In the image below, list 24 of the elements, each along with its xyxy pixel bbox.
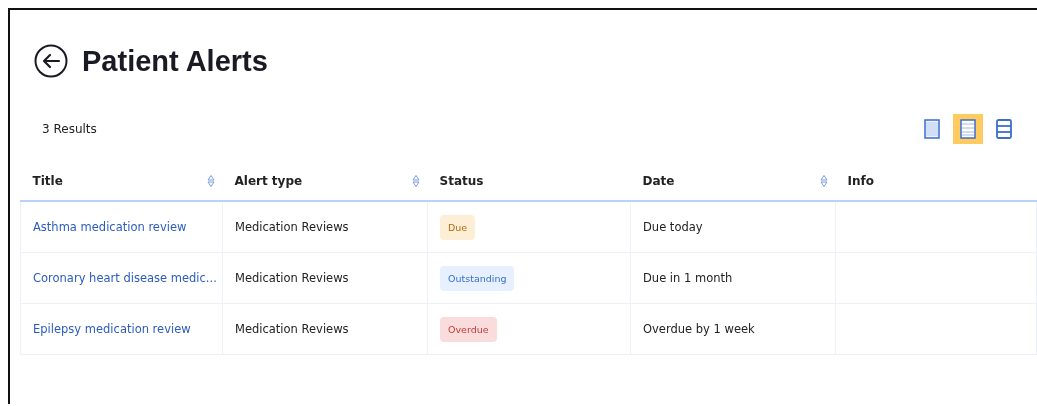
due-date: Overdue by 1 week [643, 322, 755, 336]
due-date: Due in 1 month [643, 271, 733, 285]
column-header: Title [32, 174, 63, 188]
status-badge: Outstanding [440, 265, 515, 291]
sort-icon[interactable] [411, 174, 420, 188]
column-header: Status [439, 174, 484, 188]
wide-rows-icon [996, 119, 1012, 139]
results-count: 3 Results [42, 122, 97, 136]
alert-type: Medication Reviews [235, 271, 349, 285]
column-header: Alert type [234, 174, 303, 188]
rows-icon [960, 119, 976, 139]
alert-type: Medication Reviews [235, 322, 349, 336]
due-date: Due today [643, 220, 703, 234]
compact-rows-icon [924, 119, 940, 139]
page-title: Patient Alerts [82, 44, 268, 78]
column-header: Date [642, 174, 675, 188]
sort-icon[interactable] [206, 174, 215, 188]
column-header: Info [847, 174, 874, 188]
view-toggle[interactable] [953, 114, 983, 144]
sort-icon[interactable] [819, 174, 828, 188]
status-badge: Due [440, 214, 476, 240]
alert-type: Medication Reviews [235, 220, 349, 234]
back-icon[interactable] [34, 44, 68, 78]
status-badge: Overdue [440, 316, 497, 342]
